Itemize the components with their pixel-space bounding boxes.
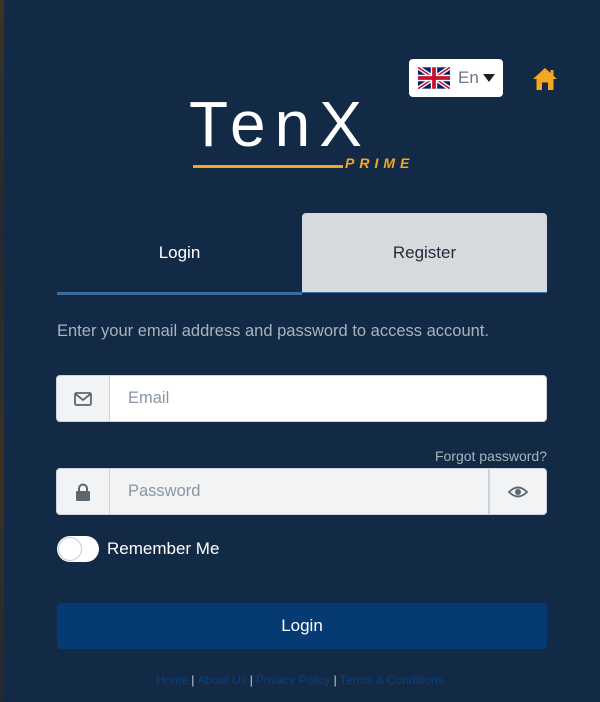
form-intro: Enter your email address and password to… xyxy=(57,322,489,340)
footer-separator: | xyxy=(249,673,253,687)
footer-link-terms[interactable]: Terms & Conditions xyxy=(340,673,444,687)
email-group xyxy=(56,375,547,422)
logo-underline xyxy=(193,165,343,168)
email-input[interactable] xyxy=(110,375,547,422)
lock-icon xyxy=(76,483,90,501)
footer-link-home[interactable]: Home xyxy=(156,673,188,687)
logo-sub-text: PRIME xyxy=(345,155,415,171)
language-label: En xyxy=(458,68,479,87)
envelope-icon xyxy=(74,391,92,406)
footer-links: Home | About Us | Privacy Policy | Terms & Con… xyxy=(0,673,600,687)
password-addon xyxy=(56,468,110,515)
brand-logo: TenX PRIME xyxy=(189,92,411,174)
tab-login[interactable]: Login xyxy=(57,213,302,295)
footer-link-privacy[interactable]: Privacy Policy xyxy=(256,673,331,687)
footer-separator: | xyxy=(191,673,195,687)
forgot-password-link[interactable]: Forgot password? xyxy=(435,448,547,464)
logo-main-text: TenX xyxy=(189,88,371,160)
password-group xyxy=(56,468,547,515)
language-selector[interactable]: En xyxy=(409,59,503,97)
toggle-password-visibility[interactable] xyxy=(489,468,547,515)
tab-divider xyxy=(57,292,547,293)
email-addon xyxy=(56,375,110,422)
footer-link-about[interactable]: About Us xyxy=(197,673,246,687)
tab-register[interactable]: Register xyxy=(302,213,547,293)
uk-flag-icon xyxy=(418,67,450,89)
remember-toggle[interactable] xyxy=(57,536,99,562)
toggle-knob xyxy=(59,538,81,560)
caret-down-icon xyxy=(482,74,495,82)
remember-me: Remember Me xyxy=(57,536,219,562)
remember-label: Remember Me xyxy=(107,539,220,558)
auth-tabs: Login Register xyxy=(57,213,547,295)
login-button[interactable]: Login xyxy=(57,603,547,649)
home-icon[interactable] xyxy=(532,67,558,91)
page-edge xyxy=(0,0,4,702)
eye-icon xyxy=(508,486,528,497)
footer-separator: | xyxy=(333,673,337,687)
password-input[interactable] xyxy=(110,468,489,515)
